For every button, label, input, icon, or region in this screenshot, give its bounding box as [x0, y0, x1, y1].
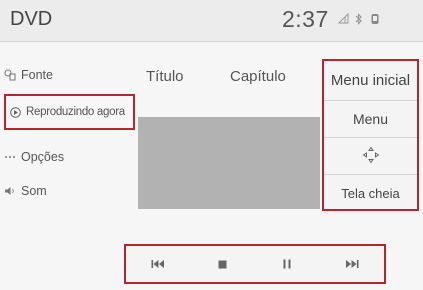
video-area: [138, 117, 320, 209]
menu-item-som[interactable]: Som: [4, 176, 134, 206]
pause-icon: [283, 259, 291, 269]
status-icons: [337, 12, 381, 25]
menu-item-label: Fonte: [21, 68, 53, 82]
phone-icon: [370, 13, 381, 25]
menu-item-label: Opções: [21, 150, 65, 164]
skip-previous-icon: [151, 259, 165, 269]
play-circle-icon: [9, 106, 21, 118]
signal-icon: [337, 12, 349, 25]
options-dots-icon: [4, 151, 16, 163]
cursor-arrows-icon: [362, 146, 380, 167]
menu-inicial-button[interactable]: Menu inicial: [324, 61, 417, 101]
clock: 2:37: [282, 6, 329, 32]
bluetooth-icon: [354, 13, 365, 25]
header-bar: DVD 2:37: [0, 0, 423, 42]
dvd-screen: DVD 2:37 Fonte Reproduzindo agora Opções…: [0, 0, 423, 290]
menu-item-label: Reproduzindo agora: [26, 106, 125, 118]
tela-cheia-button[interactable]: Tela cheia: [324, 175, 417, 212]
menu-item-reproduzindo-agora[interactable]: Reproduzindo agora: [4, 94, 135, 130]
playback-controls: [124, 244, 386, 284]
menu-item-opcoes[interactable]: Opções: [4, 142, 134, 172]
pause-button[interactable]: [267, 249, 307, 279]
column-titulo[interactable]: Título: [146, 68, 184, 85]
speaker-icon: [4, 185, 16, 197]
stop-icon: [218, 260, 227, 269]
column-capitulo[interactable]: Capítulo: [230, 68, 286, 85]
stop-button[interactable]: [203, 249, 243, 279]
skip-next-icon: [345, 259, 359, 269]
menu-item-fonte[interactable]: Fonte: [4, 60, 134, 90]
source-icon: [4, 69, 16, 81]
skip-next-button[interactable]: [332, 249, 372, 279]
app-title: DVD: [10, 8, 53, 30]
cursor-button[interactable]: [324, 138, 417, 175]
skip-previous-button[interactable]: [138, 249, 178, 279]
right-menu: Menu inicial Menu Tela cheia: [322, 59, 419, 211]
menu-button[interactable]: Menu: [324, 101, 417, 138]
menu-item-label: Som: [21, 184, 47, 198]
